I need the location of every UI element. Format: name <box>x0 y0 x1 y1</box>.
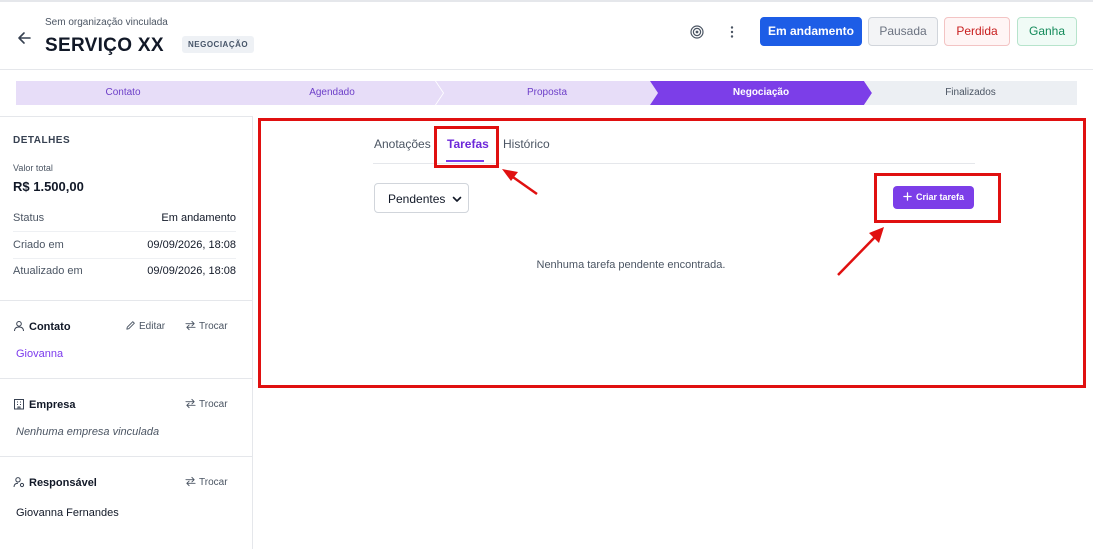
swap-icon <box>185 476 196 487</box>
section-divider <box>0 456 252 457</box>
edit-contact-button[interactable]: Editar <box>125 319 165 335</box>
back-arrow-icon[interactable] <box>14 28 34 48</box>
empresa-title-text: Empresa <box>29 399 76 411</box>
stage-badge: NEGOCIAÇÃO <box>182 36 255 53</box>
pipeline-stage-contato[interactable]: Contato <box>16 81 230 105</box>
swap-icon <box>185 398 196 409</box>
info-row-criado: Criado em 09/09/2026, 18:08 <box>13 233 236 259</box>
swap-label: Trocar <box>199 477 228 488</box>
responsavel-section-title: Responsável <box>13 475 97 491</box>
details-sidebar: DETALHES Valor total R$ 1.500,00 Status … <box>0 116 253 549</box>
status-pausada-button[interactable]: Pausada <box>868 17 938 46</box>
status-perdida-button[interactable]: Perdida <box>944 17 1010 46</box>
pipeline-stages: Contato Agendado Proposta Negociação Fin… <box>16 81 1077 105</box>
valor-total-label: Valor total <box>13 163 53 173</box>
pencil-icon <box>126 321 135 330</box>
row-divider <box>13 231 236 232</box>
info-row-status: Status Em andamento <box>13 206 236 232</box>
details-title: DETALHES <box>13 135 71 146</box>
status-ganha-button[interactable]: Ganha <box>1017 17 1077 46</box>
pipeline-stage-label: Proposta <box>526 87 568 98</box>
contact-name-link[interactable]: Giovanna <box>16 348 63 360</box>
swap-contact-button[interactable]: Trocar <box>185 319 228 335</box>
swap-label: Trocar <box>199 321 228 332</box>
swap-label: Trocar <box>199 399 228 410</box>
pipeline-stage-finalizados[interactable]: Finalizados <box>864 81 1077 105</box>
target-icon[interactable] <box>689 24 705 40</box>
pipeline-stage-agendado[interactable]: Agendado <box>221 81 443 105</box>
swap-company-button[interactable]: Trocar <box>185 397 228 413</box>
info-label: Status <box>13 212 45 224</box>
empresa-section-title: Empresa <box>13 397 75 413</box>
pipeline-stage-label: Negociação <box>732 87 790 98</box>
pipeline-stage-label: Contato <box>105 87 141 98</box>
info-label: Criado em <box>13 239 64 251</box>
info-value: 09/09/2026, 18:08 <box>147 239 236 251</box>
section-divider <box>0 378 252 379</box>
owner-name: Giovanna Fernandes <box>16 507 119 519</box>
pipeline-stage-label: Finalizados <box>945 87 996 98</box>
pipeline-stage-label: Agendado <box>309 87 355 98</box>
pipeline-stage-proposta[interactable]: Proposta <box>436 81 658 105</box>
annotation-tab-box <box>434 126 499 168</box>
user-settings-icon <box>13 477 25 488</box>
swap-owner-button[interactable]: Trocar <box>185 475 228 491</box>
section-divider <box>0 300 252 301</box>
user-icon <box>14 321 24 332</box>
edit-label: Editar <box>139 321 166 332</box>
more-vertical-icon[interactable] <box>724 24 740 40</box>
contato-section-title: Contato <box>13 319 71 335</box>
annotation-highlight-box <box>258 118 1086 388</box>
organization-label: Sem organização vinculada <box>45 17 168 28</box>
contato-title-text: Contato <box>29 321 71 333</box>
page-title: SERVIÇO XX <box>45 35 164 56</box>
valor-total-value: R$ 1.500,00 <box>13 179 84 194</box>
building-icon <box>14 399 24 410</box>
info-value: Em andamento <box>161 212 236 224</box>
swap-icon <box>185 320 196 331</box>
no-company-text: Nenhuma empresa vinculada <box>16 426 160 438</box>
annotation-button-box <box>874 173 1001 223</box>
status-em-andamento-button[interactable]: Em andamento <box>760 17 862 46</box>
responsavel-title-text: Responsável <box>29 477 97 489</box>
pipeline-stage-negociacao[interactable]: Negociação <box>650 81 872 105</box>
deal-header: Sem organização vinculada SERVIÇO XX NEG… <box>0 2 1093 70</box>
